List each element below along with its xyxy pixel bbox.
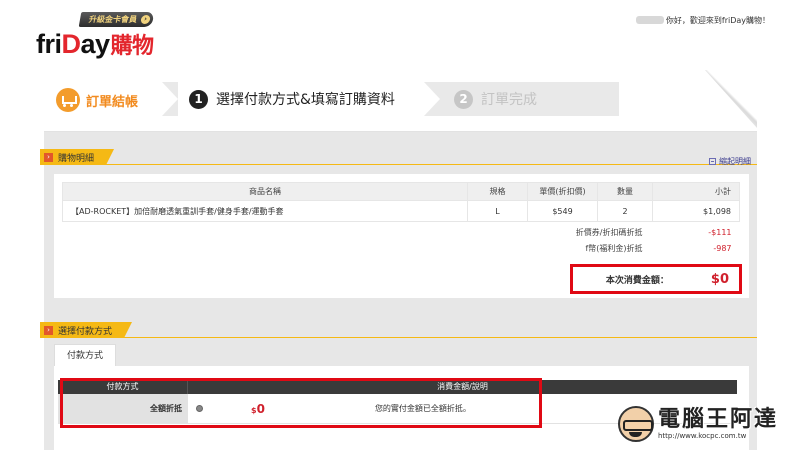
- collapse-details-link[interactable]: 縮起明細: [709, 156, 751, 167]
- coupon-discount-label: 折價券/折扣碼折抵: [575, 228, 643, 238]
- watermark-title: 電腦王阿達: [658, 407, 779, 432]
- chevron-right-icon: ›: [140, 15, 151, 24]
- page-curl-decoration: [705, 70, 757, 128]
- fcoin-discount-label: f幣(福利金)折抵: [585, 244, 643, 253]
- coupon-discount-value: -$111: [708, 228, 732, 238]
- arrow-right-icon: ›: [44, 153, 53, 162]
- order-section-divider: [44, 164, 757, 165]
- col-product-name: 商品名稱: [62, 182, 468, 201]
- order-table: 商品名稱 規格 單價(折扣價) 數量 小計 【AD-ROCKET】加倍耐磨透氣重…: [62, 182, 740, 258]
- minus-box-icon: [709, 158, 716, 165]
- product-price-cell: $549: [527, 200, 598, 222]
- step-order-complete: 2 訂單完成: [444, 82, 610, 116]
- step-number-1: 1: [189, 89, 208, 109]
- product-spec-cell: L: [467, 200, 528, 222]
- product-name-cell: 【AD-ROCKET】加倍耐磨透氣重訓手套/健身手套/運動手套: [62, 200, 468, 222]
- product-subtotal-cell: $1,098: [652, 200, 740, 222]
- watermark-url: http://www.kocpc.com.tw: [658, 432, 747, 440]
- logo-text-ay: ay: [80, 29, 111, 59]
- product-qty-cell: 2: [597, 200, 653, 222]
- col-subtotal: 小計: [652, 182, 740, 201]
- upgrade-gold-member-button[interactable]: 升級金卡會員 ›: [78, 12, 155, 27]
- order-total-value: $0: [710, 271, 729, 287]
- fcoin-discount-row: f幣(福利金)折抵 -987: [63, 240, 740, 258]
- username-redacted: [635, 16, 664, 24]
- order-table-header: 商品名稱 規格 單價(折扣價) 數量 小計: [62, 182, 740, 201]
- step-checkout-label: 訂單結帳: [86, 94, 139, 110]
- coupon-discount-row: 折價券/折扣碼折抵 -$111: [63, 222, 740, 240]
- logo-text-shopping: 購物: [110, 33, 155, 58]
- logo-text-fri: fri: [36, 29, 62, 59]
- friday-logo[interactable]: friDay購物: [36, 28, 154, 60]
- order-section-header: › 購物明細: [40, 149, 114, 165]
- step-order-complete-label: 訂單完成: [481, 92, 537, 108]
- logo-text-d: D: [61, 29, 82, 59]
- collapse-details-label: 縮起明細: [719, 157, 751, 166]
- watermark-text: 電腦王阿達 http://www.kocpc.com.tw: [658, 407, 779, 441]
- fcoin-discount-value: -987: [713, 244, 732, 253]
- step-select-payment: 1 選擇付款方式&填寫訂購資料: [162, 82, 440, 116]
- step-number-2: 2: [454, 89, 473, 109]
- user-greeting: 你好，歡迎來到friDay購物！: [635, 15, 770, 26]
- mascot-face-icon: [618, 406, 654, 442]
- col-unit-price: 單價(折扣價): [527, 182, 598, 201]
- step-checkout: 訂單結帳: [56, 88, 138, 112]
- tab-payment-method[interactable]: 付款方式: [54, 344, 116, 366]
- greeting-text: 你好，歡迎來到friDay購物！: [665, 16, 770, 25]
- payment-section-title: 選擇付款方式: [58, 326, 113, 337]
- payment-section-header: › 選擇付款方式: [40, 322, 132, 338]
- site-header: friDay購物 升級金卡會員 › 你好，歡迎來到friDay購物！: [0, 0, 800, 62]
- col-quantity: 數量: [597, 182, 653, 201]
- order-total-label: 本次消費金額：: [605, 275, 669, 286]
- order-section-title: 購物明細: [58, 153, 95, 164]
- arrow-right-icon: ›: [44, 326, 53, 335]
- highlight-frame-payment: [60, 378, 542, 428]
- payment-section-divider: [44, 337, 757, 338]
- checkout-steps: 訂單結帳 2 訂單完成 1 選擇付款方式&填寫訂購資料: [44, 70, 757, 132]
- order-total-box: 本次消費金額： $0: [570, 264, 742, 294]
- col-spec: 規格: [467, 182, 528, 201]
- step-select-payment-label: 選擇付款方式&填寫訂購資料: [216, 92, 395, 108]
- shopping-cart-icon: [56, 88, 80, 112]
- kocpc-watermark: 電腦王阿達 http://www.kocpc.com.tw: [618, 402, 794, 446]
- upgrade-badge-label: 升級金卡會員: [88, 15, 138, 24]
- table-row: 【AD-ROCKET】加倍耐磨透氣重訓手套/健身手套/運動手套 L $549 2…: [62, 200, 740, 222]
